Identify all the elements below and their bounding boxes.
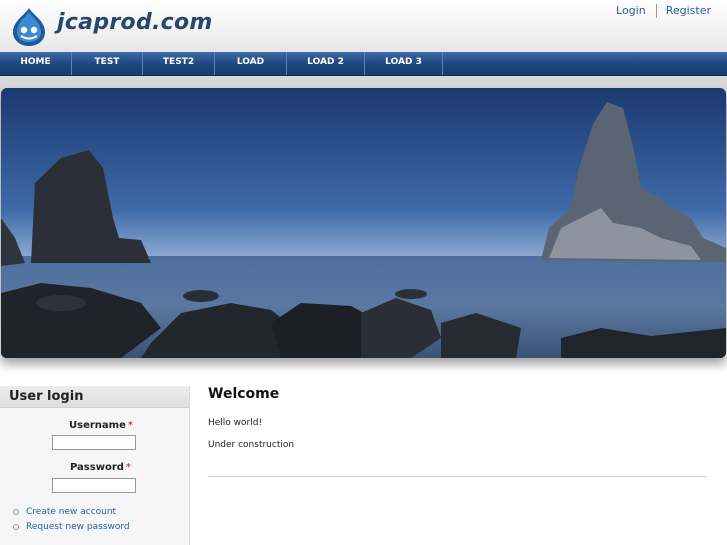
nav-item-load[interactable]: LOAD: [215, 52, 287, 75]
nav-item-load-2[interactable]: LOAD 2: [287, 52, 365, 75]
link-separator: [655, 4, 657, 18]
list-item: Request new password: [13, 520, 130, 535]
drupal-logo-icon[interactable]: [11, 7, 47, 47]
password-input[interactable]: [52, 478, 136, 493]
content-paragraph: Hello world!: [208, 418, 263, 428]
username-label-text: Username: [69, 420, 126, 431]
password-label-text: Password: [70, 462, 124, 473]
banner-image: [1, 88, 726, 358]
bullet-icon: [13, 508, 19, 515]
list-item: Create new account: [13, 505, 130, 520]
nav-item-load-3[interactable]: LOAD 3: [365, 52, 443, 75]
user-links: Login Register: [616, 4, 711, 18]
login-link[interactable]: Login: [616, 4, 646, 17]
bullet-icon: [13, 523, 19, 530]
register-link[interactable]: Register: [666, 4, 711, 17]
required-marker: *: [127, 420, 133, 431]
user-login-block: User login Username * Password * Create ne…: [0, 386, 190, 545]
content-divider: [208, 476, 707, 477]
block-title: User login: [0, 386, 189, 408]
login-links: Create new account Request new password: [13, 505, 130, 535]
site-name[interactable]: jcaprod.com: [57, 10, 213, 35]
create-account-link[interactable]: Create new account: [26, 507, 116, 517]
username-input[interactable]: [52, 435, 136, 450]
primary-nav: HOME TEST TEST2 LOAD LOAD 2 LOAD 3: [0, 52, 727, 76]
password-label: Password *: [70, 462, 131, 473]
username-label: Username *: [69, 420, 133, 431]
content-paragraph: Under construction: [208, 440, 295, 450]
request-password-link[interactable]: Request new password: [26, 522, 130, 532]
main-content: Welcome Hello world! Under construction: [208, 386, 708, 477]
page-title: Welcome: [208, 386, 280, 402]
site-header: jcaprod.com Login Register: [0, 0, 727, 52]
nav-item-test[interactable]: TEST: [72, 52, 143, 75]
nav-item-test2[interactable]: TEST2: [143, 52, 215, 75]
nav-item-home[interactable]: HOME: [0, 52, 72, 75]
required-marker: *: [125, 462, 131, 473]
